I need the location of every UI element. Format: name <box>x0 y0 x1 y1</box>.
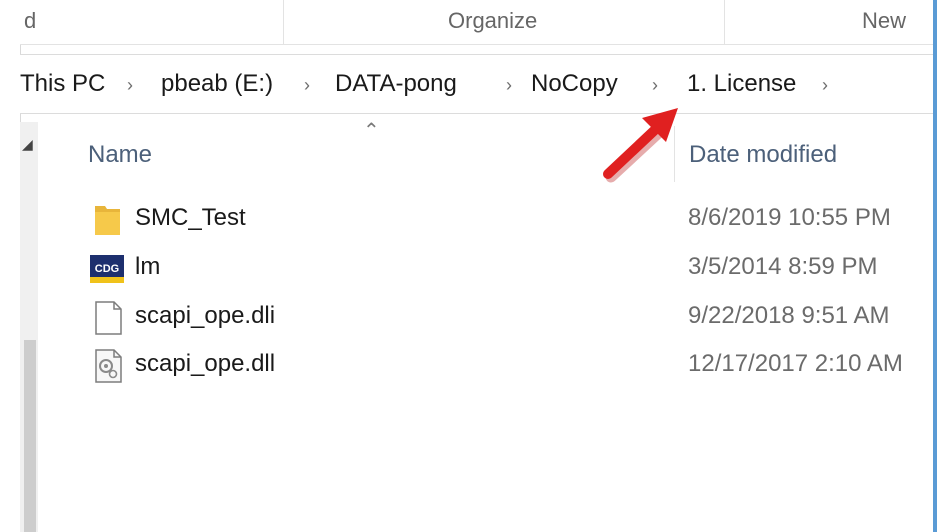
ribbon-group-labels: d Organize New <box>20 0 933 45</box>
ribbon-separator <box>283 0 284 44</box>
file-date-modified: 9/22/2018 9:51 AM <box>688 302 890 329</box>
file-row[interactable]: SMC_Test 8/6/2019 10:55 PM <box>90 200 930 238</box>
sort-ascending-icon: ⌃ <box>363 120 380 142</box>
breadcrumb-chevron-icon[interactable]: › <box>822 75 828 96</box>
file-name[interactable]: scapi_ope.dll <box>135 350 275 378</box>
folder-icon <box>95 206 120 235</box>
file-row[interactable]: scapi_ope.dll 12/17/2017 2:10 AM <box>90 346 930 384</box>
breadcrumb-chevron-icon[interactable]: › <box>652 75 658 96</box>
breadcrumb-chevron-icon[interactable]: › <box>304 75 310 96</box>
svg-text:CDG: CDG <box>95 263 119 275</box>
file-date-modified: 3/5/2014 8:59 PM <box>688 253 878 280</box>
ribbon-separator <box>724 0 725 44</box>
blank-file-icon <box>95 301 122 335</box>
column-header-name[interactable]: Name <box>88 141 152 169</box>
navigation-pane-scrollbar-thumb[interactable] <box>24 340 36 532</box>
ribbon-group-new-label: New <box>862 8 907 33</box>
file-name[interactable]: scapi_ope.dli <box>135 302 275 330</box>
breadcrumb-item-drive[interactable]: pbeab (E:) <box>161 70 273 98</box>
file-name[interactable]: lm <box>135 253 160 281</box>
cdg-app-icon: CDG <box>90 255 124 283</box>
window-left-edge <box>0 0 21 532</box>
column-header-date-modified[interactable]: Date modified <box>689 141 837 169</box>
ribbon-group-organize-label: Organize <box>448 8 538 33</box>
file-row[interactable]: CDG lm 3/5/2014 8:59 PM <box>90 249 930 287</box>
file-date-modified: 8/6/2019 10:55 PM <box>688 204 891 231</box>
breadcrumb-item-license[interactable]: 1. License <box>687 70 796 98</box>
file-row[interactable]: scapi_ope.dli 9/22/2018 9:51 AM <box>90 298 930 336</box>
breadcrumb-chevron-icon[interactable]: › <box>506 75 512 96</box>
breadcrumb-chevron-icon[interactable]: › <box>127 75 133 96</box>
expand-arrow-icon[interactable]: ◢ <box>22 136 33 153</box>
breadcrumb-item-this-pc[interactable]: This PC <box>20 70 105 98</box>
file-date-modified: 12/17/2017 2:10 AM <box>688 350 903 377</box>
address-bar[interactable]: This PC › pbeab (E:) › DATA-pong › NoCop… <box>20 54 933 114</box>
dll-file-icon <box>95 349 122 383</box>
ribbon-group-partial-label: d <box>24 8 37 33</box>
breadcrumb-item-nocopy[interactable]: NoCopy <box>531 70 618 98</box>
annotation-arrow-icon <box>603 108 678 183</box>
breadcrumb-item-data-pong[interactable]: DATA-pong <box>335 70 457 98</box>
file-name[interactable]: SMC_Test <box>135 204 246 232</box>
window-right-edge <box>933 0 937 532</box>
